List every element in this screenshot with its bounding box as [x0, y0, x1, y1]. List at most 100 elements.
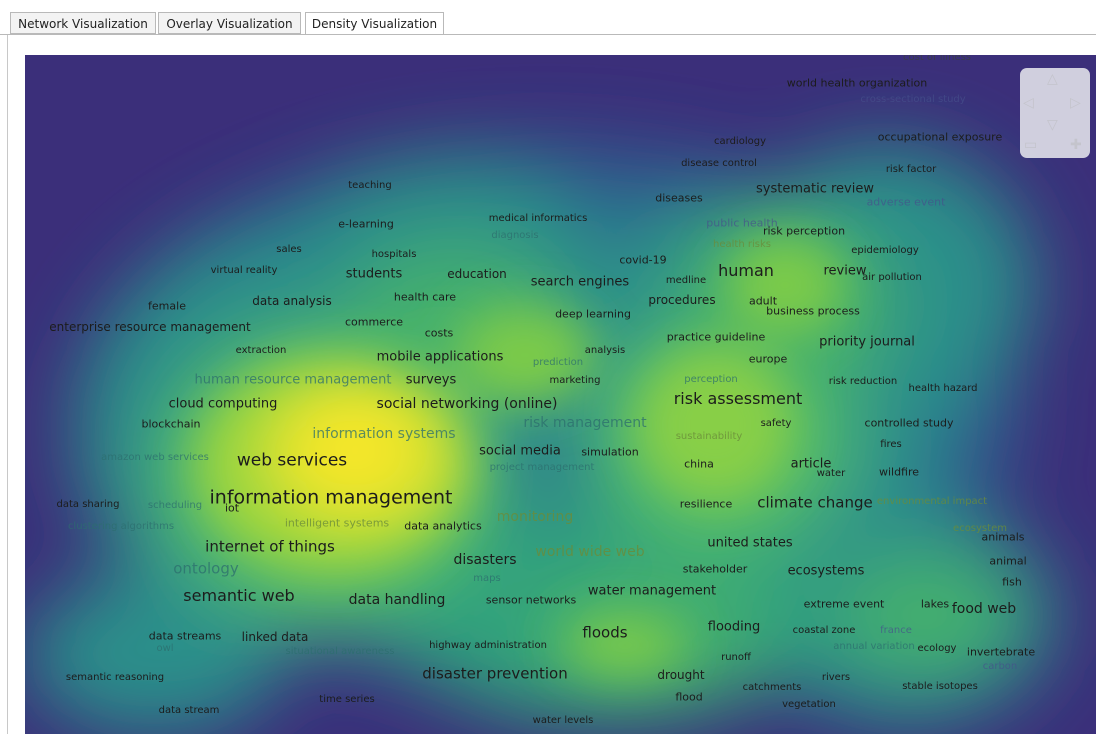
term-label[interactable]: search engines	[531, 276, 629, 289]
term-label[interactable]: marketing	[550, 376, 601, 386]
term-label[interactable]: rivers	[822, 673, 850, 683]
term-label[interactable]: intelligent systems	[285, 518, 389, 529]
term-label[interactable]: deep learning	[555, 309, 631, 320]
term-label[interactable]: web services	[237, 452, 347, 470]
term-label[interactable]: human	[718, 263, 774, 279]
arrow-down-icon[interactable]: ▽	[1047, 118, 1058, 132]
term-label[interactable]: simulation	[581, 447, 638, 458]
term-label[interactable]: data sharing	[57, 500, 120, 510]
term-label[interactable]: france	[880, 626, 912, 636]
term-label[interactable]: time series	[319, 695, 374, 705]
term-label[interactable]: data analytics	[404, 521, 481, 532]
tab-overlay-visualization[interactable]: Overlay Visualization	[158, 12, 301, 34]
term-label[interactable]: review	[824, 265, 867, 278]
term-label[interactable]: diseases	[655, 193, 703, 204]
term-label[interactable]: stable isotopes	[902, 682, 978, 692]
term-label[interactable]: water levels	[533, 716, 594, 726]
term-label[interactable]: disease control	[681, 159, 757, 169]
term-label[interactable]: occupational exposure	[878, 132, 1002, 143]
term-label[interactable]: semantic web	[183, 588, 294, 604]
term-label[interactable]: amazon web services	[101, 453, 209, 463]
term-label[interactable]: risk factor	[886, 165, 936, 175]
tab-network-visualization[interactable]: Network Visualization	[10, 12, 156, 34]
term-label[interactable]: animal	[989, 556, 1026, 567]
term-label[interactable]: carbon	[983, 662, 1018, 672]
term-label[interactable]: virtual reality	[211, 266, 278, 276]
term-label[interactable]: data analysis	[252, 295, 331, 307]
term-label[interactable]: food web	[952, 602, 1016, 616]
arrow-left-icon[interactable]: ◁	[1023, 96, 1034, 110]
term-label[interactable]: perception	[684, 375, 738, 385]
term-label[interactable]: cardiology	[714, 137, 766, 147]
term-label[interactable]: prediction	[533, 358, 583, 368]
term-label[interactable]: situational awareness	[285, 647, 394, 657]
term-label[interactable]: fish	[1002, 577, 1022, 588]
term-label[interactable]: cross-sectional study	[860, 95, 965, 105]
term-label[interactable]: coastal zone	[793, 626, 856, 636]
term-label[interactable]: extraction	[236, 346, 287, 356]
term-label[interactable]: mobile applications	[377, 351, 504, 364]
term-label[interactable]: annual variation	[833, 642, 914, 652]
term-label[interactable]: maps	[473, 574, 500, 584]
term-label[interactable]: teaching	[348, 181, 392, 191]
zoom-out-icon[interactable]: ▭	[1024, 138, 1037, 152]
term-label[interactable]: linked data	[242, 631, 309, 643]
term-label[interactable]: vegetation	[782, 700, 836, 710]
term-label[interactable]: extreme event	[804, 599, 885, 610]
term-label[interactable]: sustainability	[676, 432, 743, 442]
term-label[interactable]: lakes	[921, 599, 949, 610]
term-label[interactable]: data streams	[149, 631, 222, 642]
term-label[interactable]: ontology	[173, 561, 239, 577]
term-label[interactable]: safety	[761, 419, 792, 429]
term-label[interactable]: air pollution	[862, 273, 922, 283]
term-label[interactable]: ecology	[918, 644, 957, 654]
term-label[interactable]: education	[447, 268, 507, 280]
term-label[interactable]: invertebrate	[967, 647, 1035, 658]
term-label[interactable]: risk perception	[763, 226, 845, 237]
term-label[interactable]: ecosystems	[788, 565, 865, 578]
term-label[interactable]: world wide web	[535, 545, 644, 559]
term-label[interactable]: water management	[588, 585, 716, 598]
term-label[interactable]: controlled study	[865, 418, 954, 429]
term-label[interactable]: wildfire	[879, 467, 919, 478]
term-label[interactable]: diagnosis	[491, 231, 538, 241]
term-label[interactable]: disasters	[453, 553, 516, 567]
term-label[interactable]: social networking (online)	[377, 397, 558, 411]
tab-density-visualization[interactable]: Density Visualization	[305, 12, 444, 35]
term-label[interactable]: scheduling	[148, 501, 202, 511]
term-label[interactable]: health risks	[713, 240, 771, 250]
term-label[interactable]: flooding	[708, 621, 760, 634]
term-label[interactable]: project management	[490, 463, 595, 473]
term-label[interactable]: risk management	[523, 416, 646, 430]
term-label[interactable]: drought	[657, 669, 704, 681]
term-label[interactable]: epidemiology	[851, 246, 919, 256]
term-label[interactable]: disaster prevention	[422, 666, 568, 682]
arrow-up-icon[interactable]: △	[1047, 72, 1058, 86]
term-label[interactable]: procedures	[648, 294, 715, 306]
term-label[interactable]: catchments	[743, 683, 802, 693]
term-label[interactable]: clustering algorithms	[68, 522, 174, 532]
term-label[interactable]: information management	[210, 488, 453, 508]
term-label[interactable]: commerce	[345, 317, 403, 328]
term-label[interactable]: covid-19	[619, 255, 666, 266]
term-label[interactable]: climate change	[757, 495, 872, 511]
term-label[interactable]: semantic reasoning	[66, 673, 164, 683]
term-label[interactable]: costs	[425, 328, 454, 339]
term-label[interactable]: flood	[675, 692, 702, 703]
term-label[interactable]: owl	[156, 644, 173, 654]
term-label[interactable]: runoff	[721, 653, 751, 663]
zoom-in-icon[interactable]: ✚	[1070, 138, 1082, 152]
term-label[interactable]: data handling	[349, 593, 446, 607]
term-label[interactable]: united states	[707, 537, 792, 550]
term-label[interactable]: hospitals	[372, 250, 417, 260]
term-label[interactable]: medical informatics	[489, 214, 588, 224]
term-label[interactable]: surveys	[406, 374, 457, 387]
term-label[interactable]: internet of things	[205, 539, 335, 555]
term-label[interactable]: china	[684, 459, 714, 470]
term-label[interactable]: water	[817, 469, 846, 479]
term-label[interactable]: sales	[276, 245, 301, 255]
term-label[interactable]: business process	[766, 306, 860, 317]
term-label[interactable]: environmental impact	[877, 497, 987, 507]
term-label[interactable]: human resource management	[195, 374, 392, 387]
term-label[interactable]: practice guideline	[667, 332, 766, 343]
